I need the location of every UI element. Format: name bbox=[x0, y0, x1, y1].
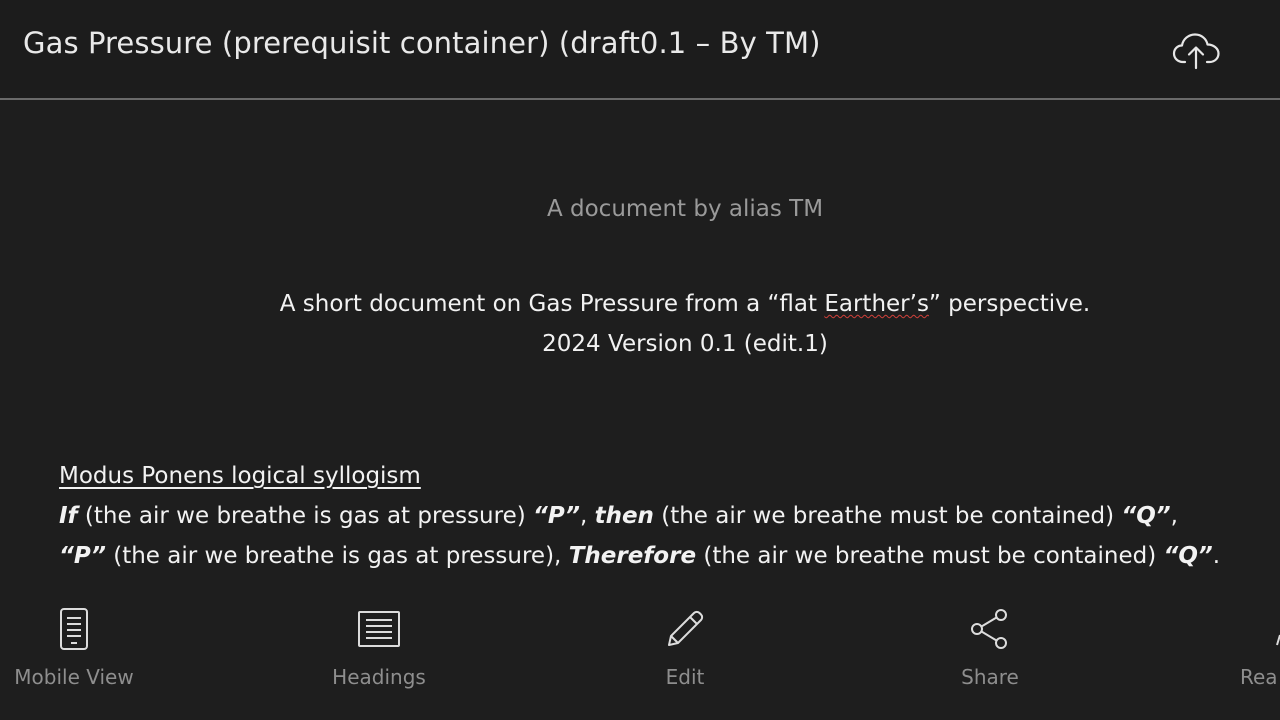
spellcheck-flagged-word[interactable]: Earther’s bbox=[824, 291, 929, 317]
document-title: Gas Pressure (prerequisit container) (dr… bbox=[23, 26, 821, 60]
mobile-view-label: Mobile View bbox=[14, 665, 134, 689]
description-text: A short document on Gas Pressure from a … bbox=[279, 291, 825, 317]
symbol-q: “Q” bbox=[1121, 503, 1171, 529]
pencil-icon bbox=[668, 610, 704, 646]
keyword-then: then bbox=[594, 503, 654, 529]
app-header: Gas Pressure (prerequisit container) (dr… bbox=[0, 0, 1280, 100]
cloud-upload-icon bbox=[1172, 33, 1220, 70]
edit-button[interactable]: Edit bbox=[605, 587, 765, 720]
section-heading: Modus Ponens logical syllogism bbox=[59, 463, 421, 489]
symbol-p: “P” bbox=[59, 543, 106, 569]
upload-button[interactable] bbox=[1168, 28, 1226, 74]
keyword-if: If bbox=[59, 503, 78, 529]
share-button[interactable]: Share bbox=[910, 587, 1070, 720]
read-aloud-label: Rea bbox=[1240, 665, 1278, 689]
syllogism-minor-premise: “P” (the air we breathe is gas at pressu… bbox=[59, 543, 1220, 569]
description-text-end: ” perspective. bbox=[928, 291, 1091, 317]
edit-label: Edit bbox=[665, 665, 705, 689]
bottom-toolbar: Mobile View Headings Edit Share Rea bbox=[0, 587, 1280, 720]
share-icon bbox=[971, 609, 1007, 649]
premise-text: (the air we breathe is gas at pressure) bbox=[77, 503, 534, 529]
share-label: Share bbox=[961, 665, 1019, 689]
line-end: . bbox=[1212, 543, 1221, 569]
premise-text: (the air we breathe must be contained) bbox=[653, 503, 1122, 529]
read-aloud-icon bbox=[1276, 634, 1280, 646]
line-end: , bbox=[1170, 503, 1178, 529]
separator: , bbox=[579, 503, 595, 529]
premise-text: (the air we breathe must be contained) bbox=[696, 543, 1164, 569]
author-line: A document by alias TM bbox=[546, 196, 824, 222]
premise-text: (the air we breathe is gas at pressure), bbox=[105, 543, 569, 569]
headings-list-icon bbox=[358, 611, 400, 647]
document-body: A document by alias TM A short document … bbox=[0, 102, 1280, 587]
syllogism-major-premise: If (the air we breathe is gas at pressur… bbox=[59, 503, 1178, 529]
mobile-view-button[interactable]: Mobile View bbox=[0, 587, 154, 720]
version-line: 2024 Version 0.1 (edit.1) bbox=[542, 331, 828, 357]
read-aloud-button[interactable]: Rea bbox=[1240, 587, 1280, 720]
description-line: A short document on Gas Pressure from a … bbox=[0, 291, 1280, 317]
symbol-p: “P” bbox=[533, 503, 580, 529]
headings-label: Headings bbox=[332, 665, 426, 689]
symbol-q: “Q” bbox=[1163, 543, 1213, 569]
mobile-view-icon bbox=[60, 608, 88, 650]
keyword-therefore: Therefore bbox=[568, 543, 697, 569]
headings-button[interactable]: Headings bbox=[299, 587, 459, 720]
